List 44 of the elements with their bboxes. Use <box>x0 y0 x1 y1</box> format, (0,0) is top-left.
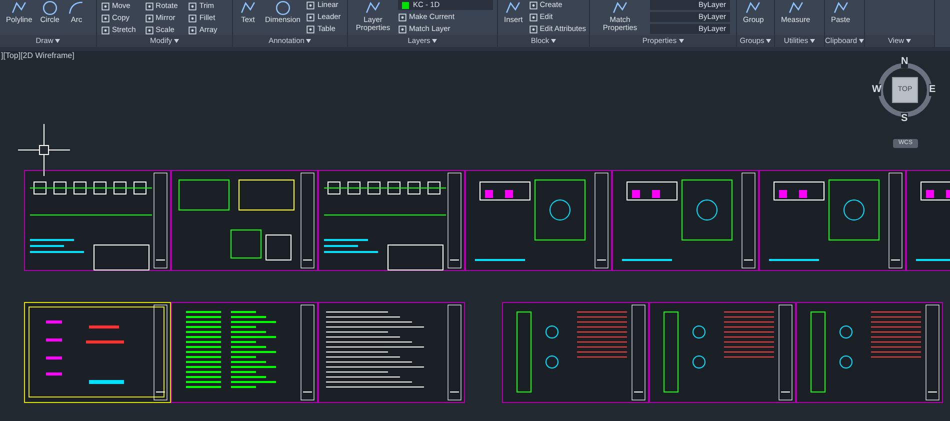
tool-icon <box>364 0 382 16</box>
tool-icon <box>832 0 850 16</box>
tool-icon <box>398 24 407 34</box>
tool-icon <box>188 14 198 22</box>
tool-icon <box>528 12 538 22</box>
caret-icon <box>859 39 864 43</box>
tool-icon <box>101 2 110 10</box>
tool-icon <box>239 0 257 16</box>
caret-icon <box>306 39 312 43</box>
caret-icon <box>174 39 180 43</box>
tool-icon <box>40 0 59 16</box>
tool-icon <box>188 26 198 34</box>
viewport-label[interactable]: ][Top][2D Wireframe] <box>0 51 74 61</box>
tool-icon <box>611 0 629 16</box>
caret-icon <box>810 39 816 43</box>
caret-icon <box>766 39 772 43</box>
caret-icon <box>551 39 556 43</box>
tool-icon <box>144 26 154 34</box>
compass-north[interactable]: N <box>901 56 908 68</box>
tool-icon <box>10 0 28 16</box>
tool-icon <box>504 0 522 16</box>
caret-icon <box>55 39 60 43</box>
tool-icon <box>786 0 805 16</box>
tool-icon <box>306 24 316 34</box>
tool-icon <box>744 0 762 16</box>
layer-color-swatch <box>402 2 409 8</box>
tool-icon <box>274 0 292 16</box>
caret-icon <box>678 39 684 43</box>
tool-icon <box>101 14 110 22</box>
crosshair-cursor-icon <box>18 124 70 176</box>
tool-icon <box>528 24 538 34</box>
tool-icon <box>144 14 154 22</box>
tool-icon <box>188 2 198 10</box>
tool-icon <box>67 0 86 16</box>
compass-east[interactable]: E <box>929 84 936 96</box>
tool-icon <box>306 12 316 22</box>
compass-west[interactable]: W <box>872 84 882 96</box>
caret-icon <box>432 39 438 43</box>
tool-icon <box>144 2 154 10</box>
tool-icon <box>306 0 316 10</box>
tool-icon <box>398 12 407 22</box>
caret-icon <box>906 39 912 43</box>
tool-icon <box>101 26 110 34</box>
tool-icon <box>528 0 538 10</box>
